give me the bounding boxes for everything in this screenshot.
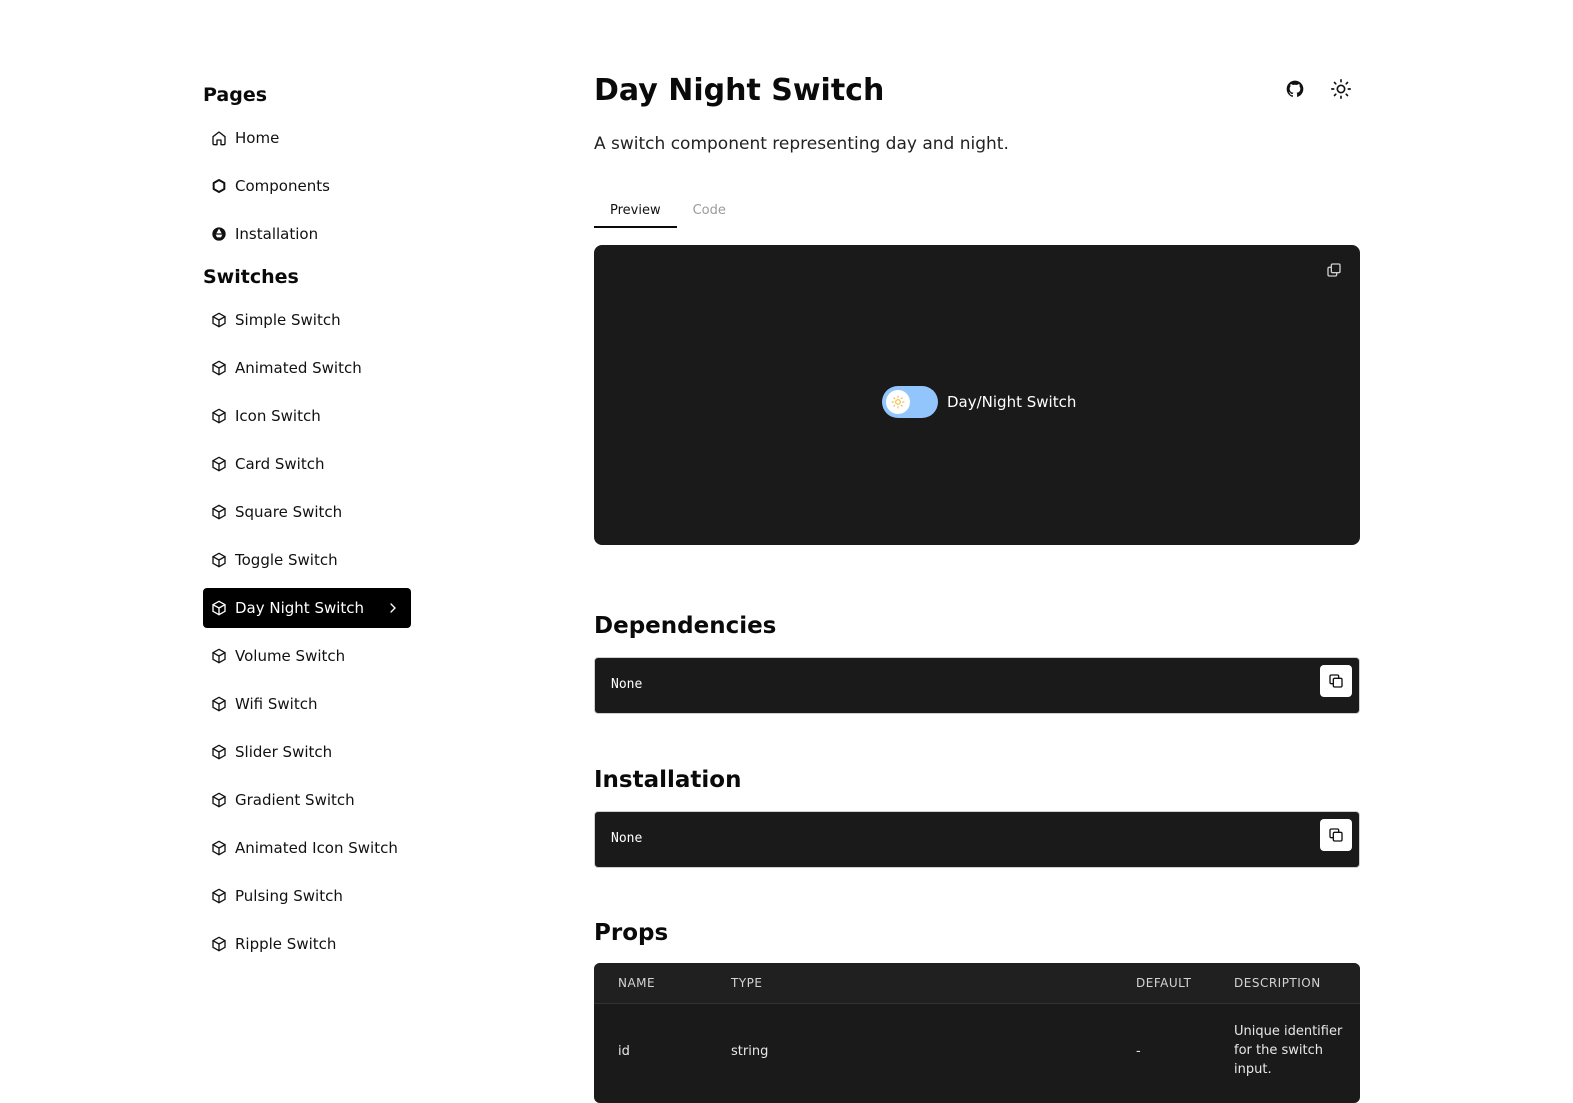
box-icon	[211, 504, 227, 520]
home-icon	[211, 130, 227, 146]
hexagon-icon	[211, 178, 227, 194]
pages-section-title: Pages	[203, 84, 268, 106]
copy-dependencies-button[interactable]	[1320, 665, 1352, 697]
props-table: NAME TYPE DEFAULT DESCRIPTION id string …	[594, 963, 1360, 1103]
sidebar-item-label: Slider Switch	[235, 743, 333, 761]
page-title: Day Night Switch	[594, 73, 885, 108]
box-icon	[211, 696, 227, 712]
dependencies-code-block: None	[594, 657, 1360, 714]
copy-installation-button[interactable]	[1320, 819, 1352, 851]
sidebar-item-label: Installation	[235, 225, 319, 243]
preview-tabs: Preview Code	[594, 196, 742, 228]
dependencies-code: None	[611, 677, 643, 692]
copy-icon[interactable]	[1326, 262, 1342, 278]
box-icon	[211, 408, 227, 424]
sidebar-item-simple-switch[interactable]: Simple Switch	[203, 300, 411, 340]
column-header-description: DESCRIPTION	[1234, 976, 1321, 990]
column-header-default: DEFAULT	[1136, 976, 1192, 990]
installation-code-block: None	[594, 811, 1360, 868]
switch-knob	[886, 390, 910, 414]
table-row: id string - Unique identifier for the sw…	[594, 1004, 1360, 1103]
sidebar-item-home[interactable]: Home	[203, 118, 411, 158]
pages-nav: Home Components Installation	[203, 118, 411, 254]
prop-type: string	[731, 1044, 769, 1059]
sun-icon	[891, 395, 905, 409]
copy-icon	[1329, 828, 1343, 842]
day-night-switch: Day/Night Switch	[882, 386, 1076, 418]
sidebar-item-pulsing-switch[interactable]: Pulsing Switch	[203, 876, 411, 916]
sidebar-item-label: Toggle Switch	[235, 551, 338, 569]
copy-icon	[1329, 674, 1343, 688]
prop-default: -	[1136, 1044, 1141, 1059]
prop-name: id	[618, 1044, 630, 1059]
column-header-name: NAME	[618, 976, 656, 990]
sidebar-item-installation[interactable]: Installation	[203, 214, 411, 254]
box-icon	[211, 792, 227, 808]
box-icon	[211, 312, 227, 328]
sidebar-item-volume-switch[interactable]: Volume Switch	[203, 636, 411, 676]
sidebar-item-slider-switch[interactable]: Slider Switch	[203, 732, 411, 772]
sidebar-item-toggle-switch[interactable]: Toggle Switch	[203, 540, 411, 580]
sidebar-item-animated-icon-switch[interactable]: Animated Icon Switch	[203, 828, 411, 868]
main-content: Day Night Switch A switch component repr…	[594, 68, 1360, 154]
sidebar-item-day-night-switch[interactable]: Day Night Switch	[203, 588, 411, 628]
sidebar-item-components[interactable]: Components	[203, 166, 411, 206]
props-table-header: NAME TYPE DEFAULT DESCRIPTION	[594, 963, 1360, 1004]
sidebar-item-label: Wifi Switch	[235, 695, 318, 713]
sidebar-item-label: Gradient Switch	[235, 791, 355, 809]
box-icon	[211, 744, 227, 760]
installation-title: Installation	[594, 767, 742, 793]
box-icon	[211, 456, 227, 472]
sidebar-item-wifi-switch[interactable]: Wifi Switch	[203, 684, 411, 724]
switches-nav: Simple Switch Animated Switch Icon Switch C…	[203, 300, 411, 964]
dependencies-title: Dependencies	[594, 613, 777, 639]
sidebar: Pages Home Components Installation Switc…	[203, 80, 411, 972]
switch-label: Day/Night Switch	[947, 393, 1077, 411]
sidebar-item-label: Simple Switch	[235, 311, 341, 329]
sidebar-item-animated-switch[interactable]: Animated Switch	[203, 348, 411, 388]
sidebar-item-gradient-switch[interactable]: Gradient Switch	[203, 780, 411, 820]
box-icon	[211, 936, 227, 952]
drive-icon	[211, 226, 227, 242]
sidebar-item-icon-switch[interactable]: Icon Switch	[203, 396, 411, 436]
tab-preview[interactable]: Preview	[594, 196, 677, 228]
sidebar-item-label: Square Switch	[235, 503, 343, 521]
switches-section-title: Switches	[203, 266, 299, 288]
column-header-type: TYPE	[731, 976, 763, 990]
sidebar-item-label: Pulsing Switch	[235, 887, 343, 905]
box-icon	[211, 552, 227, 568]
sidebar-item-label: Home	[235, 129, 280, 147]
preview-panel: Day/Night Switch	[594, 245, 1360, 545]
sidebar-item-label: Volume Switch	[235, 647, 346, 665]
sidebar-item-label: Ripple Switch	[235, 935, 337, 953]
sidebar-item-label: Components	[235, 177, 330, 195]
sidebar-item-label: Card Switch	[235, 455, 325, 473]
installation-code: None	[611, 831, 643, 846]
props-title: Props	[594, 920, 669, 946]
sidebar-item-card-switch[interactable]: Card Switch	[203, 444, 411, 484]
sidebar-item-ripple-switch[interactable]: Ripple Switch	[203, 924, 411, 964]
chevron-right-icon	[385, 600, 401, 616]
box-icon	[211, 888, 227, 904]
prop-description: Unique identifier for the switch input.	[1234, 1024, 1343, 1077]
sidebar-item-square-switch[interactable]: Square Switch	[203, 492, 411, 532]
box-icon	[211, 360, 227, 376]
sidebar-item-label: Day Night Switch	[235, 599, 365, 617]
box-icon	[211, 648, 227, 664]
box-icon	[211, 600, 227, 616]
sidebar-item-label: Animated Icon Switch	[235, 839, 398, 857]
page-subtitle: A switch component representing day and …	[594, 134, 1009, 154]
tab-code[interactable]: Code	[677, 196, 742, 228]
sidebar-item-label: Icon Switch	[235, 407, 321, 425]
sidebar-item-label: Animated Switch	[235, 359, 362, 377]
switch-track[interactable]	[882, 386, 938, 418]
box-icon	[211, 840, 227, 856]
